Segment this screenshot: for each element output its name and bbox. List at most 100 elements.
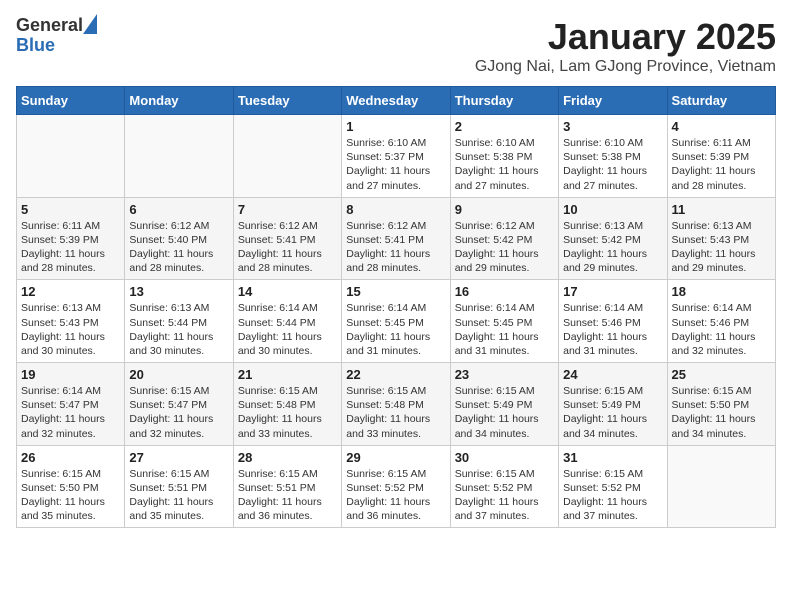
day-info: Sunrise: 6:12 AM Sunset: 5:40 PM Dayligh… bbox=[129, 219, 228, 276]
day-info: Sunrise: 6:15 AM Sunset: 5:50 PM Dayligh… bbox=[21, 467, 120, 524]
day-number: 20 bbox=[129, 367, 228, 382]
day-info: Sunrise: 6:15 AM Sunset: 5:52 PM Dayligh… bbox=[346, 467, 445, 524]
day-info: Sunrise: 6:10 AM Sunset: 5:38 PM Dayligh… bbox=[455, 136, 554, 193]
day-number: 28 bbox=[238, 450, 337, 465]
day-info: Sunrise: 6:12 AM Sunset: 5:41 PM Dayligh… bbox=[346, 219, 445, 276]
calendar-cell: 6 Sunrise: 6:12 AM Sunset: 5:40 PM Daylig… bbox=[125, 197, 233, 280]
day-info: Sunrise: 6:13 AM Sunset: 5:43 PM Dayligh… bbox=[21, 301, 120, 358]
day-number: 2 bbox=[455, 119, 554, 134]
logo-blue-text: Blue bbox=[16, 36, 55, 56]
day-info: Sunrise: 6:11 AM Sunset: 5:39 PM Dayligh… bbox=[21, 219, 120, 276]
day-number: 26 bbox=[21, 450, 120, 465]
calendar-cell bbox=[667, 445, 775, 528]
weekday-header-wednesday: Wednesday bbox=[342, 87, 450, 115]
day-number: 31 bbox=[563, 450, 662, 465]
calendar-cell: 12 Sunrise: 6:13 AM Sunset: 5:43 PM Dayli… bbox=[17, 280, 125, 363]
day-number: 13 bbox=[129, 284, 228, 299]
weekday-header-tuesday: Tuesday bbox=[233, 87, 341, 115]
page-header: General Blue January 2025 GJong Nai, Lam… bbox=[16, 16, 776, 76]
day-number: 12 bbox=[21, 284, 120, 299]
weekday-header-saturday: Saturday bbox=[667, 87, 775, 115]
weekday-header-sunday: Sunday bbox=[17, 87, 125, 115]
day-info: Sunrise: 6:14 AM Sunset: 5:46 PM Dayligh… bbox=[563, 301, 662, 358]
day-info: Sunrise: 6:14 AM Sunset: 5:45 PM Dayligh… bbox=[455, 301, 554, 358]
calendar-cell bbox=[233, 115, 341, 198]
day-number: 29 bbox=[346, 450, 445, 465]
day-number: 1 bbox=[346, 119, 445, 134]
weekday-header-thursday: Thursday bbox=[450, 87, 558, 115]
calendar-cell: 23Sunrise: 6:15 AM Sunset: 5:49 PM Dayli… bbox=[450, 363, 558, 446]
calendar-cell bbox=[125, 115, 233, 198]
calendar-cell: 26 Sunrise: 6:15 AM Sunset: 5:50 PM Dayli… bbox=[17, 445, 125, 528]
day-number: 9 bbox=[455, 202, 554, 217]
day-info: Sunrise: 6:13 AM Sunset: 5:43 PM Dayligh… bbox=[672, 219, 771, 276]
day-number: 15 bbox=[346, 284, 445, 299]
calendar-cell: 2 Sunrise: 6:10 AM Sunset: 5:38 PM Daylig… bbox=[450, 115, 558, 198]
calendar-cell bbox=[17, 115, 125, 198]
weekday-header-friday: Friday bbox=[559, 87, 667, 115]
calendar-cell: 1 Sunrise: 6:10 AM Sunset: 5:37 PM Daylig… bbox=[342, 115, 450, 198]
day-number: 7 bbox=[238, 202, 337, 217]
day-info: Sunrise: 6:14 AM Sunset: 5:45 PM Dayligh… bbox=[346, 301, 445, 358]
day-info: Sunrise: 6:14 AM Sunset: 5:44 PM Dayligh… bbox=[238, 301, 337, 358]
calendar-cell: 28 Sunrise: 6:15 AM Sunset: 5:51 PM Dayli… bbox=[233, 445, 341, 528]
calendar-cell: 27 Sunrise: 6:15 AM Sunset: 5:51 PM Dayli… bbox=[125, 445, 233, 528]
week-row-3: 12 Sunrise: 6:13 AM Sunset: 5:43 PM Dayli… bbox=[17, 280, 776, 363]
calendar-cell: 3Sunrise: 6:10 AM Sunset: 5:38 PM Daylig… bbox=[559, 115, 667, 198]
logo-general-text: General bbox=[16, 16, 83, 36]
calendar-cell: 18Sunrise: 6:14 AM Sunset: 5:46 PM Dayli… bbox=[667, 280, 775, 363]
day-info: Sunrise: 6:14 AM Sunset: 5:46 PM Dayligh… bbox=[672, 301, 771, 358]
day-number: 6 bbox=[129, 202, 228, 217]
calendar-cell: 7 Sunrise: 6:12 AM Sunset: 5:41 PM Daylig… bbox=[233, 197, 341, 280]
day-number: 27 bbox=[129, 450, 228, 465]
calendar-cell: 11 Sunrise: 6:13 AM Sunset: 5:43 PM Dayli… bbox=[667, 197, 775, 280]
calendar-cell: 30 Sunrise: 6:15 AM Sunset: 5:52 PM Dayli… bbox=[450, 445, 558, 528]
day-info: Sunrise: 6:13 AM Sunset: 5:44 PM Dayligh… bbox=[129, 301, 228, 358]
day-number: 4 bbox=[672, 119, 771, 134]
calendar-cell: 8 Sunrise: 6:12 AM Sunset: 5:41 PM Daylig… bbox=[342, 197, 450, 280]
day-number: 8 bbox=[346, 202, 445, 217]
day-info: Sunrise: 6:12 AM Sunset: 5:41 PM Dayligh… bbox=[238, 219, 337, 276]
day-number: 5 bbox=[21, 202, 120, 217]
week-row-2: 5 Sunrise: 6:11 AM Sunset: 5:39 PM Daylig… bbox=[17, 197, 776, 280]
day-number: 30 bbox=[455, 450, 554, 465]
day-info: Sunrise: 6:15 AM Sunset: 5:50 PM Dayligh… bbox=[672, 384, 771, 441]
day-info: Sunrise: 6:15 AM Sunset: 5:48 PM Dayligh… bbox=[346, 384, 445, 441]
day-info: Sunrise: 6:15 AM Sunset: 5:51 PM Dayligh… bbox=[129, 467, 228, 524]
calendar-subtitle: GJong Nai, Lam GJong Province, Vietnam bbox=[475, 58, 776, 76]
calendar-title: January 2025 bbox=[475, 16, 776, 58]
week-row-5: 26 Sunrise: 6:15 AM Sunset: 5:50 PM Dayli… bbox=[17, 445, 776, 528]
day-number: 25 bbox=[672, 367, 771, 382]
day-number: 14 bbox=[238, 284, 337, 299]
day-info: Sunrise: 6:14 AM Sunset: 5:47 PM Dayligh… bbox=[21, 384, 120, 441]
day-info: Sunrise: 6:15 AM Sunset: 5:52 PM Dayligh… bbox=[563, 467, 662, 524]
day-info: Sunrise: 6:15 AM Sunset: 5:51 PM Dayligh… bbox=[238, 467, 337, 524]
day-number: 10 bbox=[563, 202, 662, 217]
logo: General Blue bbox=[16, 16, 97, 56]
calendar-cell: 19Sunrise: 6:14 AM Sunset: 5:47 PM Dayli… bbox=[17, 363, 125, 446]
day-number: 11 bbox=[672, 202, 771, 217]
day-info: Sunrise: 6:15 AM Sunset: 5:49 PM Dayligh… bbox=[455, 384, 554, 441]
day-info: Sunrise: 6:11 AM Sunset: 5:39 PM Dayligh… bbox=[672, 136, 771, 193]
calendar-cell: 13 Sunrise: 6:13 AM Sunset: 5:44 PM Dayli… bbox=[125, 280, 233, 363]
weekday-header-row: SundayMondayTuesdayWednesdayThursdayFrid… bbox=[17, 87, 776, 115]
weekday-header-monday: Monday bbox=[125, 87, 233, 115]
week-row-1: 1 Sunrise: 6:10 AM Sunset: 5:37 PM Daylig… bbox=[17, 115, 776, 198]
day-number: 22 bbox=[346, 367, 445, 382]
calendar-cell: 4 Sunrise: 6:11 AM Sunset: 5:39 PM Daylig… bbox=[667, 115, 775, 198]
calendar-cell: 9Sunrise: 6:12 AM Sunset: 5:42 PM Daylig… bbox=[450, 197, 558, 280]
calendar-cell: 21Sunrise: 6:15 AM Sunset: 5:48 PM Dayli… bbox=[233, 363, 341, 446]
calendar-cell: 16 Sunrise: 6:14 AM Sunset: 5:45 PM Dayli… bbox=[450, 280, 558, 363]
week-row-4: 19Sunrise: 6:14 AM Sunset: 5:47 PM Dayli… bbox=[17, 363, 776, 446]
calendar-cell: 25 Sunrise: 6:15 AM Sunset: 5:50 PM Dayli… bbox=[667, 363, 775, 446]
calendar-cell: 29 Sunrise: 6:15 AM Sunset: 5:52 PM Dayli… bbox=[342, 445, 450, 528]
day-number: 16 bbox=[455, 284, 554, 299]
day-info: Sunrise: 6:15 AM Sunset: 5:47 PM Dayligh… bbox=[129, 384, 228, 441]
title-section: January 2025 GJong Nai, Lam GJong Provin… bbox=[475, 16, 776, 76]
calendar-cell: 31 Sunrise: 6:15 AM Sunset: 5:52 PM Dayli… bbox=[559, 445, 667, 528]
day-info: Sunrise: 6:13 AM Sunset: 5:42 PM Dayligh… bbox=[563, 219, 662, 276]
day-info: Sunrise: 6:15 AM Sunset: 5:48 PM Dayligh… bbox=[238, 384, 337, 441]
day-info: Sunrise: 6:15 AM Sunset: 5:52 PM Dayligh… bbox=[455, 467, 554, 524]
calendar-cell: 17Sunrise: 6:14 AM Sunset: 5:46 PM Dayli… bbox=[559, 280, 667, 363]
day-info: Sunrise: 6:10 AM Sunset: 5:37 PM Dayligh… bbox=[346, 136, 445, 193]
